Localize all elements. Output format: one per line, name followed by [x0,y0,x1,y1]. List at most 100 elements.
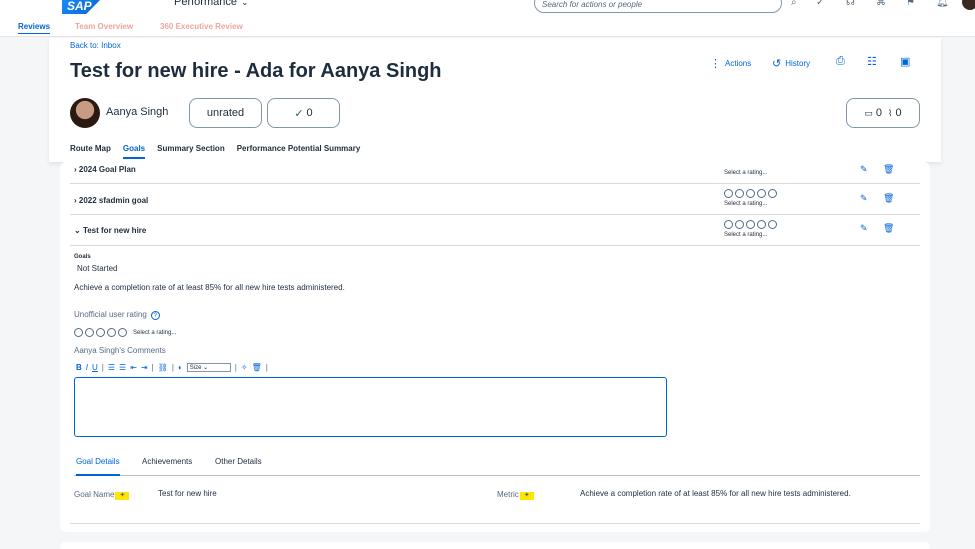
tab-performance-potential-summary[interactable]: Performance Potential Summary [237,144,361,159]
rating-circle[interactable] [724,220,733,229]
edit-icon[interactable]: ✎ [860,164,868,175]
rating-circle[interactable] [118,328,127,337]
goals-content: › 2024 Goal Plan Select a rating... ✎ 🗑︎… [60,162,930,532]
goal-name-label: Goal Name ✦ [74,490,130,500]
save-icon[interactable]: ▣ [900,55,910,68]
tab-achievements[interactable]: Achievements [142,457,192,466]
metric-label-text: Metric [497,490,519,499]
rating-circle[interactable] [724,189,733,198]
rating-circle[interactable] [74,328,83,337]
rating-circle[interactable] [768,189,777,198]
bullet-list-icon[interactable]: ☰ [119,363,126,372]
font-size-select[interactable]: Size ⌄ [186,363,231,372]
delete-icon[interactable]: 🗑︎ [252,363,262,372]
headset-icon[interactable]: ☊ [846,0,855,8]
rating-circle[interactable] [768,220,777,229]
goal-row[interactable]: › 2024 Goal Plan Select a rating... ✎ 🗑︎ [70,162,920,184]
rating-stars[interactable] [724,220,777,229]
tab-goal-details[interactable]: Goal Details [76,457,120,476]
goal-row-title[interactable]: ⌄ Test for new hire [74,226,146,235]
goal-row-title[interactable]: › 2024 Goal Plan [74,165,136,174]
delete-icon[interactable]: 🗑︎ [883,164,894,175]
tab-other-details[interactable]: Other Details [215,457,262,466]
rating-circle[interactable] [735,189,744,198]
link-icon[interactable]: ⛓ [158,363,168,372]
comment-editor[interactable] [74,377,667,437]
goal-name-label-text: Goal Name [74,490,115,499]
form-header: Back to: Inbox Test for new hire - Ada f… [49,38,941,162]
goal-row[interactable]: ⌄ Test for new hire Select a rating... ✎… [70,215,920,246]
divider: | [234,363,237,372]
rating-circle[interactable] [757,189,766,198]
goals-label: Goals [74,254,91,260]
tab-team-overview[interactable]: Team Overview [75,22,133,31]
detail-tabs: Goal Details Achievements Other Details [74,454,920,476]
actions-button[interactable]: ⋮ Actions [710,57,751,70]
print-icon[interactable]: ⎙ [836,55,845,68]
delete-icon[interactable]: 🗑︎ [883,193,894,204]
goal-row[interactable]: › 2022 sfadmin goal Select a rating... ✎… [70,184,920,215]
goal-row-title[interactable]: › 2022 sfadmin goal [74,196,148,205]
rating-hint: Select a rating... [724,232,768,238]
tab-goals[interactable]: Goals [122,144,146,159]
rating-circle[interactable] [746,220,755,229]
italic-icon[interactable]: I [86,363,88,372]
spell-check-icon[interactable]: ☷ [867,55,877,68]
rating-circle[interactable] [85,328,94,337]
help-icon[interactable]: ? [150,311,160,320]
goal-description: Achieve a completion rate of at least 85… [74,283,345,292]
edit-icon[interactable]: ✎ [860,193,868,204]
outdent-icon[interactable]: ⇤ [130,363,137,372]
bold-icon[interactable]: B [76,363,82,372]
rating-pill[interactable]: unrated [189,98,262,128]
tab-summary-section[interactable]: Summary Section [157,144,225,159]
user-avatar[interactable] [962,0,975,10]
tab-route-map[interactable]: Route Map [70,144,111,159]
underline-icon[interactable]: U [92,363,98,372]
comments-attachments-pill[interactable]: ▭ 0 ⌇ 0 [846,98,920,128]
goal-status: Not Started [77,264,118,273]
edit-icon[interactable]: ✎ [860,223,868,234]
history-button[interactable]: ↺ History [772,57,810,70]
search-input[interactable]: Search for actions or people [534,0,782,13]
rating-hint: Select a rating... [724,201,768,207]
next-section-card [60,542,930,549]
rating-circle[interactable] [746,189,755,198]
hierarchy-icon[interactable]: ⌘ [876,0,886,8]
section-tabs: Route Map Goals Summary Section Performa… [70,144,360,159]
rating-circle[interactable] [96,328,105,337]
rating-hint: Select a rating... [133,329,177,336]
flag-icon[interactable]: ⚑ [906,0,915,8]
page-title: Test for new hire - Ada for Aanya Singh [70,60,442,82]
sap-logo[interactable]: SAP [62,0,106,14]
delete-icon[interactable]: 🗑︎ [883,223,894,234]
user-rating-stars[interactable]: Select a rating... [74,328,176,337]
paperclip-icon: ⌇ [888,107,893,118]
actions-label: Actions [725,59,752,68]
indent-icon[interactable]: ⇥ [141,363,148,372]
back-link[interactable]: Back to: Inbox [70,41,121,50]
rating-stars[interactable] [724,189,777,198]
more-vertical-icon: ⋮ [710,58,721,70]
search-icon[interactable]: ⌕ [791,0,797,8]
shell-bar: SAP Performance ⌄ Search for actions or p… [0,0,975,17]
check-icon: ✓ [294,107,304,120]
divider: | [171,363,174,372]
divider: | [265,363,268,372]
rating-hint: Select a rating... [724,170,768,176]
rating-circle[interactable] [735,220,744,229]
bell-icon[interactable]: 🔔︎ [936,0,949,8]
tab-360-executive-review[interactable]: 360 Executive Review [160,22,243,31]
rating-circle[interactable] [107,328,116,337]
rating-circle[interactable] [757,220,766,229]
attachment-count: 0 [895,107,902,119]
sparkle-icon[interactable]: ✧ [241,363,248,372]
person-name: Aanya Singh [106,106,169,118]
numbered-list-icon[interactable]: ☰ [108,363,115,372]
tab-reviews[interactable]: Reviews [18,22,51,34]
divider [70,523,920,524]
approval-icon[interactable]: ✓ [816,0,824,8]
color-palette-icon[interactable]: ◐ [178,363,183,372]
completed-pill[interactable]: ✓ 0 [267,98,340,128]
product-switcher[interactable]: Performance ⌄ [174,0,249,8]
